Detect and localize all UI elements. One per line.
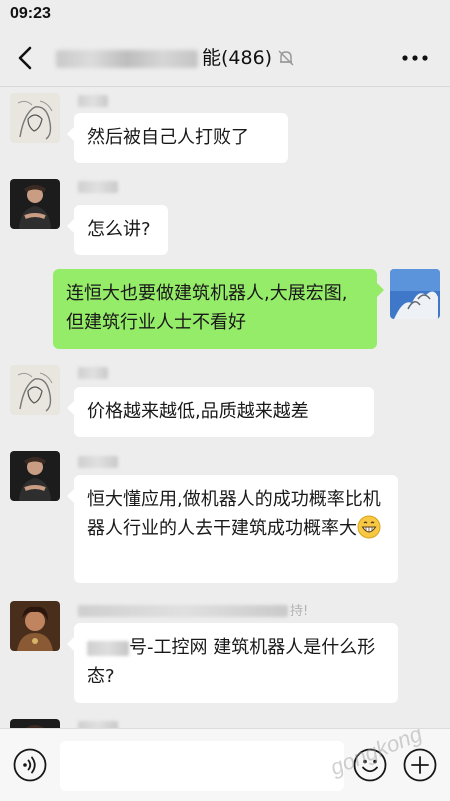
avatar[interactable] <box>10 365 60 415</box>
avatar[interactable] <box>10 451 60 501</box>
redacted-group-name <box>56 49 198 68</box>
message-bubble[interactable]: 恒大懂应用,做机器人的成功概率比机器人行业的人去干建筑成功概率大 <box>67 475 398 583</box>
avatar[interactable] <box>10 719 60 728</box>
avatar-self[interactable] <box>390 269 440 319</box>
message-list[interactable]: 然后被自己人打败了 怎么讲? 连恒大也要做建筑机器人,大展宏图,但建筑行业人士不… <box>0 87 450 728</box>
message-text: 价格越来越低,品质越来越差 <box>87 401 309 422</box>
input-bar <box>0 728 450 801</box>
chat-header: 能(486) <box>0 30 450 87</box>
emoji-button[interactable] <box>353 748 387 782</box>
smiley-icon <box>353 748 387 782</box>
avatar[interactable] <box>10 93 60 143</box>
chat-title: 能(486) <box>56 44 272 72</box>
back-button[interactable] <box>12 44 40 72</box>
bell-off-icon <box>277 49 295 67</box>
redacted-mention <box>87 640 129 656</box>
voice-button[interactable] <box>13 748 47 782</box>
mention-suffix: 号-工控网 <box>129 637 208 658</box>
sender-name <box>78 367 108 379</box>
message-text: 怎么讲? <box>87 219 151 240</box>
message-bubble-outgoing[interactable]: 连恒大也要做建筑机器人,大展宏图,但建筑行业人士不看好 <box>53 269 384 349</box>
status-time: 09:23 <box>10 5 51 22</box>
message-bubble[interactable]: 怎么讲? <box>67 205 168 255</box>
chat-title-suffix: 能(486) <box>202 47 273 69</box>
message-bubble[interactable]: 然后被自己人打败了 <box>67 113 288 163</box>
more-dots-icon <box>402 55 428 61</box>
sender-name <box>78 721 118 728</box>
status-bar: 09:23 <box>0 0 450 30</box>
sender-name <box>78 456 118 468</box>
voice-icon <box>13 748 47 782</box>
more-functions-button[interactable] <box>403 748 437 782</box>
avatar[interactable] <box>10 179 60 229</box>
more-button[interactable] <box>400 50 430 66</box>
sender-name <box>78 605 288 617</box>
sender-name <box>78 181 118 193</box>
message-text: 恒大懂应用,做机器人的成功概率比机器人行业的人去干建筑成功概率大 <box>87 489 381 539</box>
sender-name <box>78 95 108 107</box>
chevron-left-icon <box>18 46 32 70</box>
grin-emoji-icon <box>357 515 381 539</box>
message-bubble[interactable]: 价格越来越低,品质越来越差 <box>67 387 374 437</box>
sender-name-tail: 持! <box>290 604 309 619</box>
message-input[interactable] <box>60 741 344 791</box>
plus-icon <box>403 748 437 782</box>
message-text: 然后被自己人打败了 <box>87 127 249 148</box>
message-bubble[interactable]: 号-工控网 建筑机器人是什么形态? <box>67 623 398 703</box>
message-text: 连恒大也要做建筑机器人,大展宏图,但建筑行业人士不看好 <box>66 283 348 333</box>
avatar[interactable] <box>10 601 60 651</box>
